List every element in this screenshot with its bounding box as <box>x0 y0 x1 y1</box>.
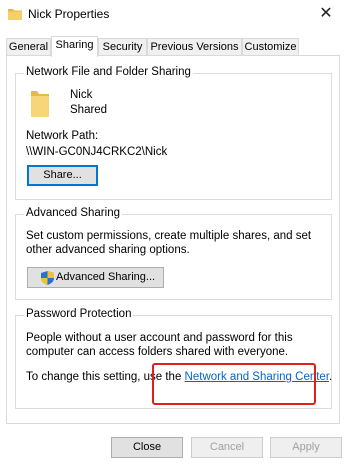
tab-customize[interactable]: Customize <box>242 38 299 55</box>
folder-icon <box>8 9 22 20</box>
close-icon[interactable]: ✕ <box>306 0 346 28</box>
advanced-sharing-button-label: Advanced Sharing... <box>56 271 156 283</box>
tab-strip: General Sharing Security Previous Versio… <box>0 36 346 57</box>
close-button[interactable]: Close <box>111 437 183 458</box>
title-bar: Nick Properties ✕ <box>0 0 346 30</box>
tab-security[interactable]: Security <box>98 38 147 55</box>
share-button[interactable]: Share... <box>27 165 98 186</box>
advanced-sharing-title: Advanced Sharing <box>24 207 122 219</box>
network-path-label: Network Path: <box>26 130 99 142</box>
network-path-value: \\WIN-GC0NJ4CRKC2\Nick <box>26 146 168 158</box>
shared-folder-icon <box>31 91 49 117</box>
window-title: Nick Properties <box>28 7 110 21</box>
cancel-button[interactable]: Cancel <box>191 437 263 458</box>
tab-general[interactable]: General <box>6 38 51 55</box>
folder-name: Nick <box>70 89 93 101</box>
password-protection-description: People without a user account and passwo… <box>26 332 293 358</box>
advanced-sharing-description: Set custom permissions, create multiple … <box>26 230 312 256</box>
apply-button[interactable]: Apply <box>270 437 342 458</box>
password-protection-title: Password Protection <box>24 308 134 320</box>
change-setting-suffix: . <box>329 371 333 383</box>
tab-sharing[interactable]: Sharing <box>51 36 98 57</box>
shield-icon <box>41 271 54 285</box>
network-sharing-title: Network File and Folder Sharing <box>24 66 193 78</box>
share-status: Shared <box>70 104 108 116</box>
highlight-box <box>152 363 316 405</box>
tab-previous-versions[interactable]: Previous Versions <box>147 38 242 55</box>
advanced-sharing-button[interactable]: Advanced Sharing... <box>27 267 164 288</box>
